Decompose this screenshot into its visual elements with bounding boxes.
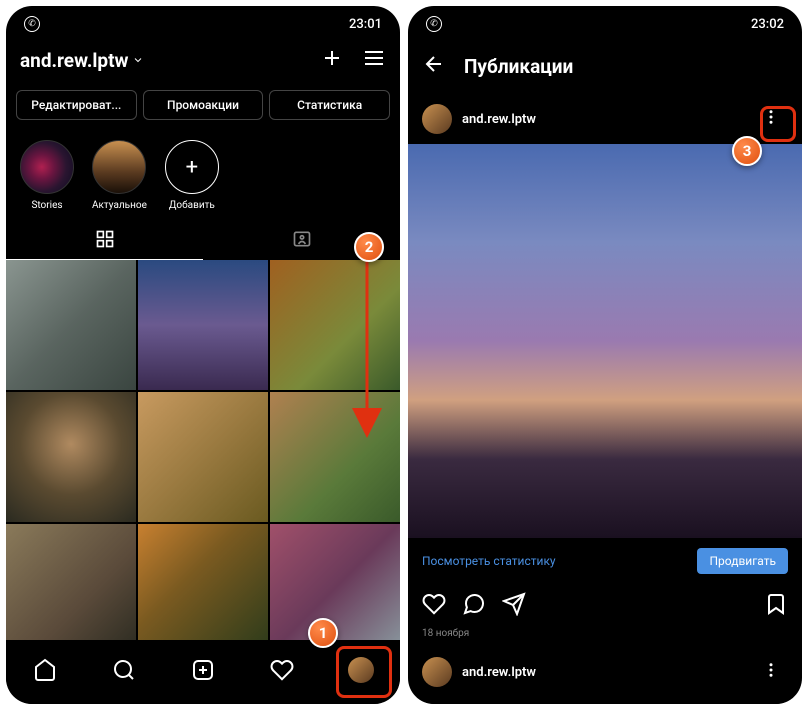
grid-post[interactable] <box>6 260 136 390</box>
posts-grid <box>6 260 400 640</box>
highlight-stories[interactable]: Stories <box>20 140 74 211</box>
send-icon <box>502 592 526 616</box>
profile-header: and.rew.lptw <box>6 38 400 82</box>
highlights-row: Stories Актуальное + Добавить <box>6 128 400 219</box>
post-stats-row: Посмотреть статистику Продвигать <box>408 538 802 584</box>
nav-activity[interactable] <box>262 650 302 690</box>
post-date: 18 ноября <box>408 624 802 647</box>
post-header: Публикации <box>408 38 802 94</box>
status-bar: ✆ 23:02 <box>408 6 802 38</box>
promote-button[interactable]: Продвигать <box>697 548 788 574</box>
viber-icon: ✆ <box>426 16 442 32</box>
heart-icon <box>270 658 294 682</box>
status-time: 23:01 <box>349 17 382 32</box>
post-actions-row <box>408 584 802 624</box>
add-post-button[interactable] <box>320 46 344 74</box>
tagged-icon <box>292 229 312 249</box>
more-vertical-icon <box>762 108 780 126</box>
add-square-icon <box>191 658 215 682</box>
grid-post[interactable] <box>270 392 400 522</box>
status-time: 23:02 <box>751 17 784 32</box>
more-options-button[interactable] <box>754 657 788 687</box>
author-info[interactable]: and.rew.lptw <box>422 104 536 134</box>
author-name: and.rew.lptw <box>462 665 536 680</box>
highlight-thumb <box>92 140 146 194</box>
page-title: Публикации <box>464 55 573 78</box>
nav-search[interactable] <box>104 650 144 690</box>
nav-home[interactable] <box>25 650 65 690</box>
heart-icon <box>422 592 446 616</box>
nav-add[interactable] <box>183 650 223 690</box>
grid-icon <box>95 229 115 249</box>
arrow-left-icon <box>422 52 446 76</box>
menu-button[interactable] <box>362 46 386 74</box>
status-bar: ✆ 23:01 <box>6 6 400 38</box>
phone-left: ✆ 23:01 and.rew.lptw Редактироват... Про… <box>6 6 400 704</box>
back-button[interactable] <box>422 52 446 80</box>
bookmark-icon <box>764 592 788 616</box>
insights-button[interactable]: Статистика <box>269 90 390 120</box>
grid-post[interactable] <box>138 392 268 522</box>
home-icon <box>33 658 57 682</box>
username-dropdown[interactable]: and.rew.lptw <box>20 49 144 72</box>
author-info[interactable]: and.rew.lptw <box>422 657 536 687</box>
save-button[interactable] <box>764 592 788 620</box>
profile-pills: Редактироват... Промоакции Статистика <box>6 82 400 128</box>
phone-right: ✆ 23:02 Публикации and.rew.lptw Посмотре… <box>408 6 802 704</box>
share-button[interactable] <box>502 592 526 620</box>
edit-profile-button[interactable]: Редактироват... <box>16 90 137 120</box>
highlight-thumb <box>20 140 74 194</box>
next-post-author: and.rew.lptw <box>408 647 802 697</box>
promotions-button[interactable]: Промоакции <box>143 90 264 120</box>
author-avatar <box>422 657 452 687</box>
avatar-icon <box>348 657 374 683</box>
search-icon <box>112 658 136 682</box>
comment-button[interactable] <box>462 592 486 620</box>
highlight-actual[interactable]: Актуальное <box>92 140 147 211</box>
author-name: and.rew.lptw <box>462 112 536 127</box>
author-avatar <box>422 104 452 134</box>
bottom-nav <box>6 640 400 704</box>
post-author-row: and.rew.lptw <box>408 94 802 144</box>
tab-tagged[interactable] <box>203 219 400 260</box>
nav-profile[interactable] <box>341 650 381 690</box>
more-vertical-icon <box>762 661 780 679</box>
viber-icon: ✆ <box>24 16 40 32</box>
grid-post[interactable] <box>270 524 400 640</box>
profile-tabs <box>6 219 400 260</box>
highlight-add[interactable]: + Добавить <box>165 140 219 211</box>
like-button[interactable] <box>422 592 446 620</box>
grid-post[interactable] <box>270 260 400 390</box>
post-image[interactable] <box>408 144 802 538</box>
bottom-nav <box>408 697 802 704</box>
hamburger-icon <box>362 46 386 70</box>
grid-post[interactable] <box>138 260 268 390</box>
grid-post[interactable] <box>6 524 136 640</box>
header-actions <box>320 46 386 74</box>
comment-icon <box>462 592 486 616</box>
tab-grid[interactable] <box>6 219 203 260</box>
plus-icon <box>320 46 344 70</box>
view-insights-link[interactable]: Посмотреть статистику <box>422 554 556 568</box>
more-options-button[interactable] <box>754 104 788 134</box>
grid-post[interactable] <box>6 392 136 522</box>
plus-icon: + <box>165 140 219 194</box>
grid-post[interactable] <box>138 524 268 640</box>
chevron-down-icon <box>132 54 144 66</box>
